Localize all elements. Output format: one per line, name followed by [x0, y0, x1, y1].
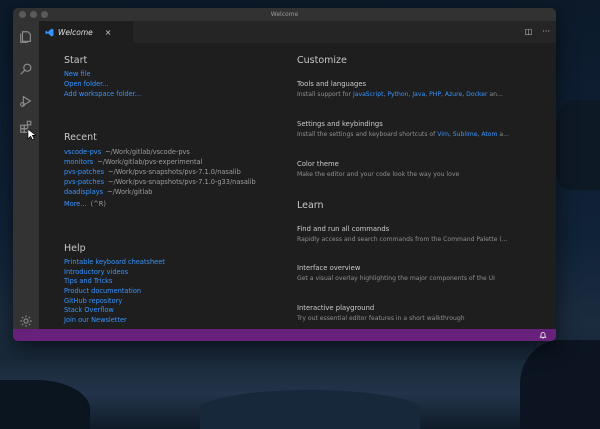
desktop-rock: [200, 390, 420, 429]
mouse-cursor-icon: [26, 127, 36, 141]
start-heading: Start: [64, 55, 88, 66]
tab-welcome[interactable]: Welcome ×: [39, 21, 133, 43]
learn-item-find-commands[interactable]: Find and run all commands: [297, 225, 389, 233]
recent-item[interactable]: vscode-pvs ~/Work/gitlab/vscode-pvs: [64, 148, 190, 156]
recent-item[interactable]: pvs-patches ~/Work/pvs-snapshots/pvs-7.1.…: [64, 178, 256, 186]
window-controls: [19, 11, 48, 18]
close-window-button[interactable]: [19, 11, 26, 18]
search-icon[interactable]: [18, 61, 34, 77]
settings-gear-icon[interactable]: [18, 313, 34, 329]
desktop-rock: [520, 340, 600, 429]
more-actions-button[interactable]: ···: [542, 27, 550, 36]
editor-tab-bar: Welcome × ◫ ···: [39, 21, 556, 43]
help-link[interactable]: Printable keyboard cheatsheet: [64, 258, 165, 266]
recent-item[interactable]: monitors ~/Work/gitlab/pvs-experimental: [64, 158, 202, 166]
status-bar: [13, 329, 556, 341]
learn-item-interactive-playground[interactable]: Interactive playground: [297, 304, 374, 312]
vscode-logo-icon: [45, 28, 54, 36]
help-heading: Help: [64, 243, 86, 254]
color-theme-description: Make the editor and your code look the w…: [297, 171, 460, 178]
learn-item-description: Rapidly access and search commands from …: [297, 236, 508, 243]
help-link[interactable]: Introductory videos: [64, 268, 128, 276]
activity-bar: [13, 21, 39, 339]
color-theme-item[interactable]: Color theme: [297, 160, 339, 168]
open-folder-link[interactable]: Open folder...: [64, 80, 109, 88]
welcome-page: Start New file Open folder... Add worksp…: [39, 43, 556, 339]
customize-heading: Customize: [297, 55, 347, 66]
close-tab-button[interactable]: ×: [105, 28, 112, 37]
recent-more-link[interactable]: More... (^R): [64, 200, 106, 208]
recent-item[interactable]: pvs-patches ~/Work/pvs-snapshots/pvs-7.1.…: [64, 168, 241, 176]
settings-keybindings-description: Install the settings and keyboard shortc…: [297, 131, 509, 138]
new-file-link[interactable]: New file: [64, 70, 91, 78]
help-link[interactable]: GitHub repository: [64, 297, 122, 305]
notification-bell-icon[interactable]: [538, 330, 548, 340]
help-link[interactable]: Stack Overflow: [64, 306, 114, 314]
files-icon[interactable]: [18, 29, 34, 45]
learn-item-description: Get a visual overlay highlighting the ma…: [297, 275, 495, 282]
run-debug-icon[interactable]: [18, 93, 34, 109]
recent-item[interactable]: daadisplays ~/Work/gitlab: [64, 188, 152, 196]
add-workspace-folder-link[interactable]: Add workspace folder...: [64, 90, 141, 98]
learn-item-interface-overview[interactable]: Interface overview: [297, 264, 360, 272]
recent-heading: Recent: [64, 132, 97, 143]
title-bar: Welcome: [13, 8, 556, 21]
split-editor-button[interactable]: ◫: [525, 27, 533, 36]
help-link[interactable]: Product documentation: [64, 287, 141, 295]
help-link[interactable]: Join our Newsletter: [64, 316, 127, 324]
learn-heading: Learn: [297, 200, 324, 211]
minimize-window-button[interactable]: [30, 11, 37, 18]
help-link[interactable]: Tips and Tricks: [64, 277, 112, 285]
settings-keybindings-item[interactable]: Settings and keybindings: [297, 120, 383, 128]
tools-languages-description: Install support for JavaScript, Python, …: [297, 91, 503, 98]
zoom-window-button[interactable]: [41, 11, 48, 18]
desktop-rock: [555, 100, 600, 190]
window-title: Welcome: [270, 11, 299, 18]
tools-languages-item[interactable]: Tools and languages: [297, 80, 366, 88]
editor-actions: ◫ ···: [525, 27, 550, 36]
tab-label: Welcome: [58, 27, 93, 37]
vscode-window: Welcome Welcome × ◫ ··· Start New file O…: [13, 8, 556, 341]
learn-item-description: Try out essential editor features in a s…: [297, 315, 465, 322]
